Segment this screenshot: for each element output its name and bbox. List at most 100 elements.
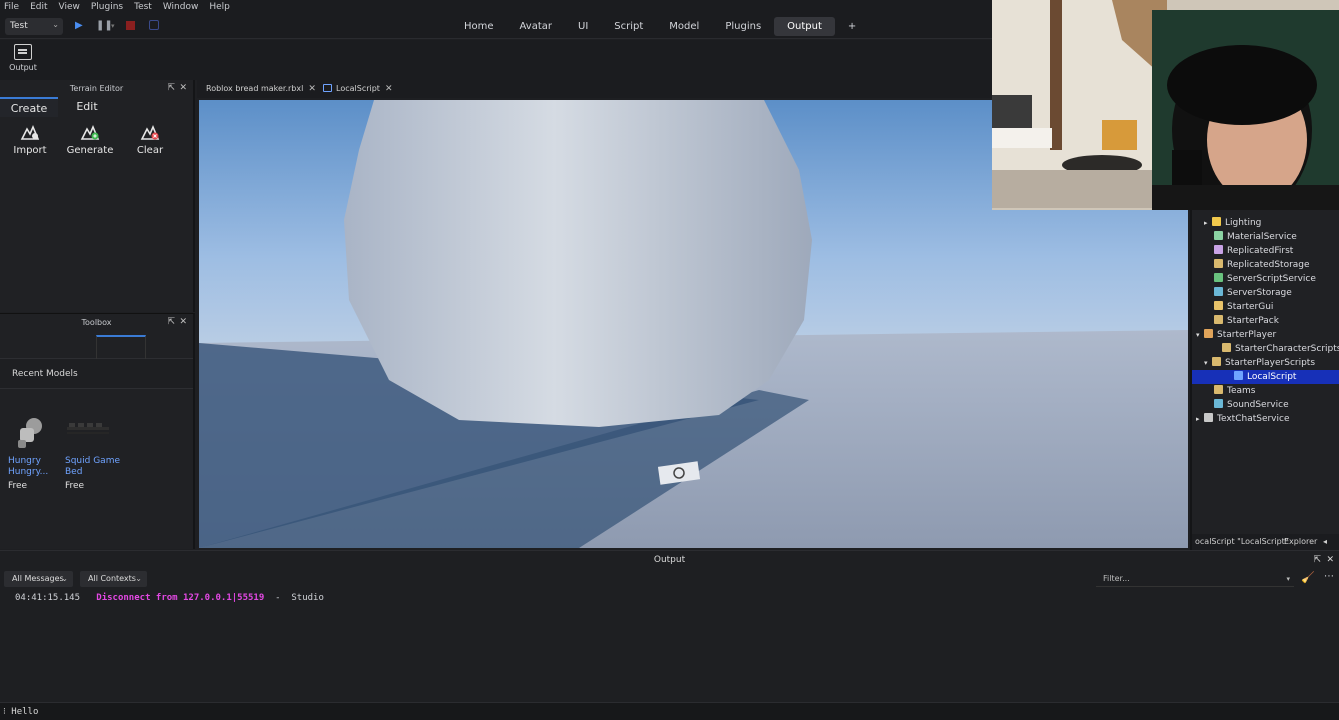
command-bar[interactable]: ⁝ Hello [0,702,1339,720]
model-thumbnail [65,414,121,452]
filter-input[interactable]: Filter... ▾ [1096,571,1294,587]
explorer-item-replicatedstorage[interactable]: ReplicatedStorage [1192,258,1339,272]
close-icon[interactable]: ✕ [308,84,316,94]
menu-plugins[interactable]: Plugins [91,2,123,12]
service-icon [1214,399,1223,408]
model-card[interactable]: Squid Game Bed Free [65,414,121,491]
explorer-item-starterpack[interactable]: StarterPack [1192,314,1339,328]
service-icon [1212,217,1221,226]
menu-edit[interactable]: Edit [30,2,47,12]
explorer-footer: ocalScript "LocalScript" Explorer ◂ [1192,534,1339,550]
explorer-item-label: SoundService [1227,400,1289,410]
tab-model[interactable]: Model [656,17,712,36]
terrain-generate-icon [80,123,100,141]
model-card[interactable]: Hungry Hungry... Free [8,414,64,491]
service-icon [1214,385,1223,394]
scroll-left-icon[interactable]: ◂ [1323,534,1327,550]
tab-script[interactable]: Script [601,17,656,36]
model-name[interactable]: Hungry Hungry... [8,456,64,478]
toolbox-titlebar: Toolbox ⇱ ✕ [0,314,193,331]
toolbox-title: Toolbox [81,318,112,327]
explorer-item-soundservice[interactable]: SoundService [1192,398,1339,412]
close-icon[interactable]: ✕ [1326,551,1334,569]
explorer-item-label: ReplicatedFirst [1227,246,1294,256]
log-separator: - [264,593,292,603]
command-bar-grip-icon: ⁝ [3,707,6,717]
menu-window[interactable]: Window [163,2,199,12]
explorer-item-startercharacterscripts[interactable]: StarterCharacterScripts [1192,342,1339,356]
collapse-arrow-icon[interactable]: ▸ [1204,216,1212,230]
output-tool-button[interactable]: Output [8,44,38,72]
import-button[interactable]: Import [0,123,60,156]
menu-file[interactable]: File [4,2,19,12]
explorer-item-serverstorage[interactable]: ServerStorage [1192,286,1339,300]
explorer-item-textchatservice[interactable]: ▸ TextChatService [1192,412,1339,426]
toolbox-category-tab[interactable] [96,335,146,359]
output-tool-label: Output [9,63,37,72]
stop-icon[interactable] [126,21,135,30]
explorer-item-localscript[interactable]: LocalScript [1192,370,1339,384]
explorer-item-label: StarterPack [1227,316,1279,326]
webcam-overlay [992,0,1339,210]
doc-tab-localscript[interactable]: LocalScript ✕ [323,80,392,98]
undock-icon[interactable]: ⇱ [167,314,175,331]
tab-home[interactable]: Home [451,17,507,36]
output-filter-bar: All Messages ⌄ All Contexts ⌄ Filter... … [0,569,1339,589]
undock-icon[interactable]: ⇱ [1313,551,1321,569]
clear-label: Clear [136,145,164,156]
undock-icon[interactable]: ⇱ [167,80,175,97]
explorer-item-teams[interactable]: Teams [1192,384,1339,398]
model-name[interactable]: Squid Game Bed [65,456,121,478]
tab-edit[interactable]: Edit [58,97,116,117]
close-icon[interactable]: ✕ [179,314,187,331]
context-filter-dropdown[interactable]: All Contexts ⌄ [80,571,147,587]
more-options-icon[interactable]: ⋯ [1324,571,1334,582]
explorer-item-label: StarterCharacterScripts [1235,344,1339,354]
tab-create[interactable]: Create [0,97,58,117]
explorer-item-replicatedfirst[interactable]: ReplicatedFirst [1192,244,1339,258]
chevron-down-icon: ⌄ [61,574,68,583]
close-icon[interactable]: ✕ [385,84,393,94]
service-icon [1214,287,1223,296]
explorer-item-serverscriptservice[interactable]: ServerScriptService [1192,272,1339,286]
tab-add[interactable]: + [835,17,869,36]
doc-tab-label: LocalScript [336,84,380,93]
explorer-item-label: Teams [1227,386,1256,396]
chevron-down-icon[interactable]: ▾ [1286,571,1290,587]
mode-select[interactable]: Test ⌄ [5,18,63,35]
menu-view[interactable]: View [59,2,80,12]
play-options-chevron-icon[interactable]: ▾ [111,19,115,33]
tab-output[interactable]: Output [774,17,835,36]
service-icon [1234,371,1243,380]
message-filter-dropdown[interactable]: All Messages ⌄ [4,571,73,587]
tab-avatar[interactable]: Avatar [507,17,565,36]
terrain-import-icon [20,123,40,141]
play-icon[interactable]: ▶ [75,19,83,33]
explorer-item-starterplayer[interactable]: ▾ StarterPlayer [1192,328,1339,342]
doc-tab-place[interactable]: Roblox bread maker.rbxl ✕ [206,80,316,98]
clear-output-broom-icon[interactable]: 🧹 [1301,571,1315,584]
explorer-item-lighting[interactable]: ▸ Lighting [1192,216,1339,230]
debug-icon[interactable] [149,20,159,30]
service-icon [1214,301,1223,310]
close-icon[interactable]: ✕ [179,80,187,97]
service-icon [1214,315,1223,324]
script-icon [323,84,332,92]
log-message: Disconnect from 127.0.0.1|55519 [96,593,265,603]
explorer-item-materialservice[interactable]: MaterialService [1192,230,1339,244]
clear-button[interactable]: Clear [120,123,180,156]
collapse-arrow-icon[interactable]: ▸ [1196,412,1204,426]
doc-tab-label: Roblox bread maker.rbxl [206,84,304,93]
expand-arrow-icon[interactable]: ▾ [1196,328,1204,342]
command-input[interactable]: Hello [11,707,38,717]
explorer-item-startergui[interactable]: StarterGui [1192,300,1339,314]
menu-test[interactable]: Test [134,2,152,12]
explorer-item-starterplayerscripts[interactable]: ▾ StarterPlayerScripts [1192,356,1339,370]
tab-plugins[interactable]: Plugins [712,17,774,36]
generate-button[interactable]: Generate [60,123,120,156]
explorer-tab[interactable]: Explorer [1284,534,1317,550]
model-thumbnail [8,414,64,452]
menu-help[interactable]: Help [209,2,230,12]
expand-arrow-icon[interactable]: ▾ [1204,356,1212,370]
tab-ui[interactable]: UI [565,17,601,36]
